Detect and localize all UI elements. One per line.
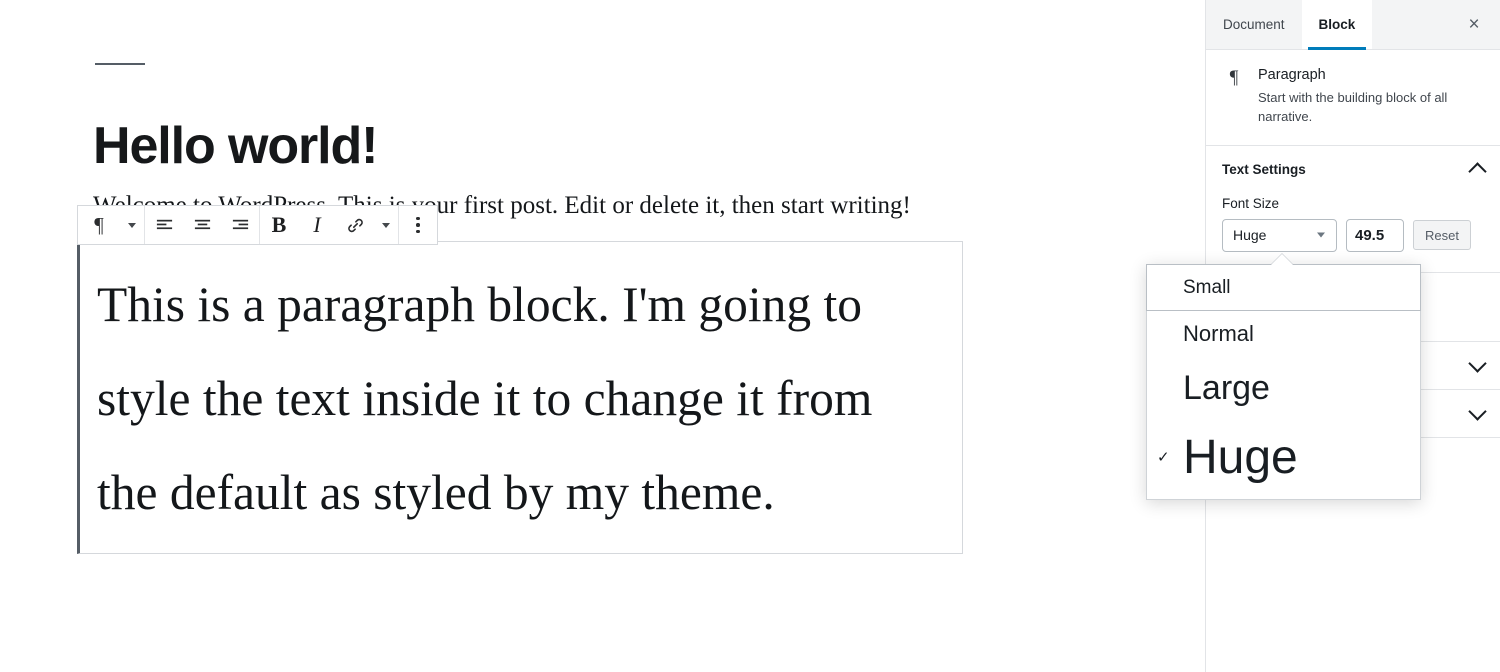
italic-button[interactable]: I	[298, 206, 336, 244]
toolbar-group-block-type: ¶	[78, 206, 145, 244]
bold-button[interactable]: B	[260, 206, 298, 244]
font-size-option-label: Large	[1183, 368, 1270, 407]
block-card: ¶ Paragraph Start with the building bloc…	[1206, 50, 1500, 146]
more-options-button[interactable]	[399, 206, 437, 244]
block-card-title: Paragraph	[1258, 67, 1326, 83]
page-title[interactable]: Hello world!	[93, 117, 378, 177]
chevron-down-icon	[1317, 232, 1325, 238]
align-center-button[interactable]	[183, 206, 221, 244]
title-rule-decoration	[95, 63, 145, 65]
font-size-label: Font Size	[1222, 195, 1280, 211]
text-settings-body: Font Size Huge Reset	[1206, 194, 1500, 273]
block-type-chevron-button[interactable]	[120, 206, 144, 244]
block-type-button[interactable]: ¶	[78, 206, 120, 244]
panel-title-text-settings: Text Settings	[1222, 162, 1306, 178]
font-size-option-label: Huge	[1183, 430, 1298, 484]
font-size-controls: Huge Reset	[1222, 218, 1484, 252]
toolbar-group-alignment	[145, 206, 260, 244]
font-size-option-small[interactable]: Small	[1146, 264, 1421, 311]
font-size-option-label: Small	[1183, 276, 1231, 298]
chevron-down-icon	[128, 222, 136, 228]
sidebar-tabs: Document Block ×	[1206, 0, 1500, 50]
toolbar-group-formatting: B I	[260, 206, 399, 244]
editor-canvas: Hello world! Welcome to WordPress. This …	[0, 0, 1205, 672]
selected-paragraph-block[interactable]: This is a paragraph block. I'm going to …	[77, 241, 963, 554]
paragraph-icon: ¶	[94, 212, 104, 237]
check-icon: ✓	[1157, 448, 1170, 466]
font-size-option-normal[interactable]: Normal	[1147, 311, 1420, 357]
align-right-icon	[232, 219, 248, 229]
popover-caret	[1271, 254, 1293, 265]
toolbar-group-more	[399, 206, 437, 244]
chevron-down-icon	[1468, 353, 1487, 373]
font-size-option-label: Normal	[1183, 321, 1254, 346]
align-left-button[interactable]	[145, 206, 183, 244]
paragraph-icon: ¶	[1229, 67, 1239, 88]
chevron-up-icon	[1468, 162, 1487, 181]
tab-document[interactable]: Document	[1206, 0, 1302, 49]
align-center-icon	[194, 219, 210, 229]
panel-header-text-settings[interactable]: Text Settings	[1206, 145, 1500, 194]
link-icon	[347, 218, 363, 232]
chevron-down-icon	[382, 222, 390, 228]
paragraph-block-text[interactable]: This is a paragraph block. I'm going to …	[97, 258, 942, 540]
block-card-description: Start with the building block of all nar…	[1258, 89, 1448, 124]
reset-button[interactable]: Reset	[1413, 220, 1471, 251]
block-card-body: Paragraph Start with the building block …	[1258, 66, 1484, 127]
align-left-icon	[156, 219, 172, 229]
font-size-preset-value: Huge	[1233, 227, 1267, 244]
tab-block[interactable]: Block	[1301, 0, 1373, 50]
font-size-option-large[interactable]: Large	[1147, 357, 1420, 419]
align-right-button[interactable]	[221, 206, 259, 244]
italic-icon: I	[313, 212, 321, 237]
font-size-preset-select[interactable]: Huge	[1222, 218, 1337, 252]
rich-text-more-chevron-button[interactable]	[374, 206, 398, 244]
bold-icon: B	[271, 212, 287, 237]
font-size-input[interactable]	[1346, 218, 1404, 252]
close-icon[interactable]: ×	[1456, 7, 1492, 43]
chevron-down-icon	[1468, 401, 1487, 421]
block-toolbar: ¶ B I	[77, 205, 438, 245]
vertical-ellipsis-icon	[416, 216, 420, 234]
font-size-option-huge[interactable]: ✓ Huge	[1147, 419, 1420, 495]
link-button[interactable]	[336, 206, 374, 244]
font-size-dropdown-popover: Small Normal Large ✓ Huge	[1146, 254, 1421, 500]
